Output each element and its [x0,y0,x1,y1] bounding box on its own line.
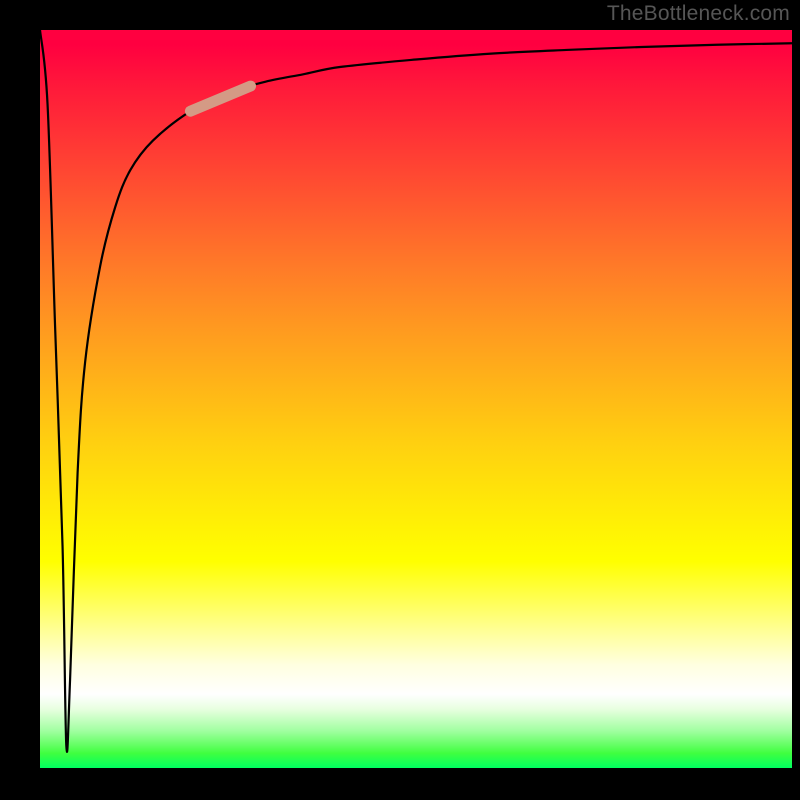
curve-layer [40,30,792,768]
plot-area [40,30,792,768]
bottleneck-curve-path [40,30,792,752]
attribution-label: TheBottleneck.com [607,2,790,26]
chart-frame: TheBottleneck.com [0,0,800,800]
marker-segment-path [190,86,250,111]
